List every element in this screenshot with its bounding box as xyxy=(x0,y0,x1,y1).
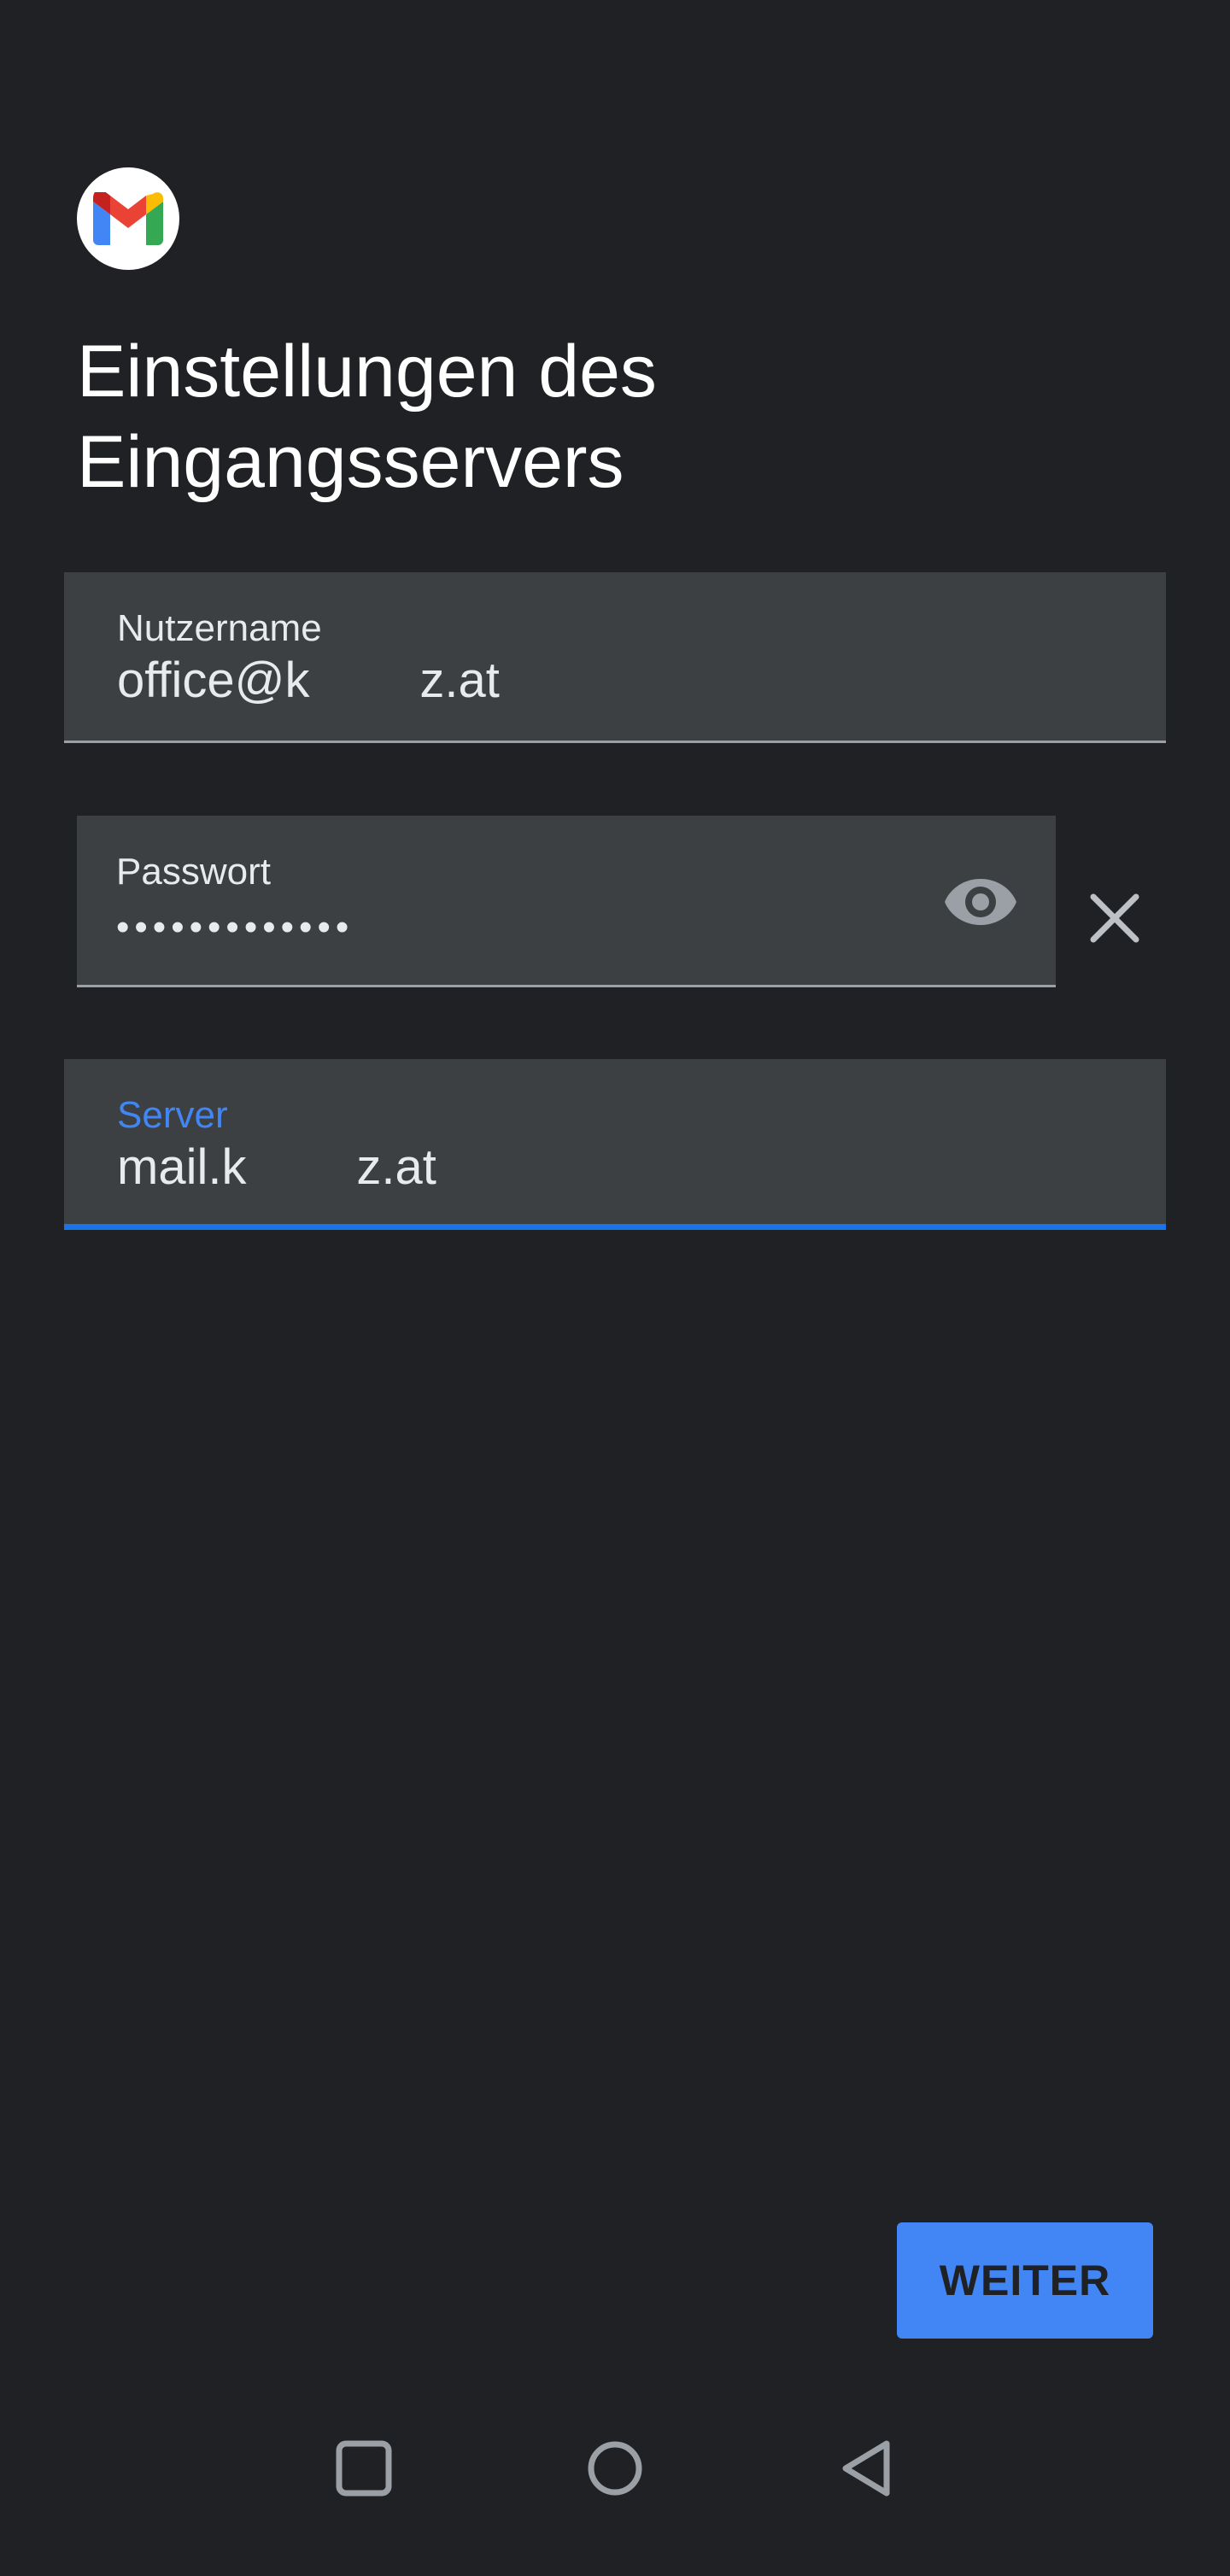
next-button[interactable]: WEITER xyxy=(897,2222,1153,2339)
server-label: Server xyxy=(117,1094,228,1136)
system-navigation-bar xyxy=(0,2417,1230,2545)
title-line-1: Einstellungen des xyxy=(77,331,657,413)
circle-icon xyxy=(588,2441,642,2496)
close-icon[interactable] xyxy=(1085,888,1145,948)
username-field[interactable]: Nutzername office@k z.at xyxy=(64,572,1166,743)
screen: Einstellungen des Eingangsservers Nutzer… xyxy=(0,0,1230,2576)
password-field[interactable]: Passwort ••••••••••••• xyxy=(77,816,1056,987)
recents-button[interactable] xyxy=(313,2417,415,2520)
gmail-logo-icon xyxy=(77,167,179,270)
username-input[interactable]: office@k z.at xyxy=(117,651,500,711)
server-input[interactable]: mail.k z.at xyxy=(117,1138,436,1197)
password-label: Passwort xyxy=(116,851,271,893)
password-input[interactable]: ••••••••••••• xyxy=(116,898,354,957)
gmail-m-icon xyxy=(93,192,163,245)
back-button[interactable] xyxy=(816,2417,918,2520)
eye-icon[interactable] xyxy=(943,874,1018,930)
triangle-back-icon xyxy=(842,2440,890,2497)
home-button[interactable] xyxy=(564,2417,666,2520)
square-icon xyxy=(336,2440,392,2497)
page-title: Einstellungen des Eingangsservers xyxy=(77,326,1102,507)
title-line-2: Eingangsservers xyxy=(77,421,624,503)
username-label: Nutzername xyxy=(117,607,322,649)
server-field[interactable]: Server mail.k z.at xyxy=(64,1059,1166,1230)
